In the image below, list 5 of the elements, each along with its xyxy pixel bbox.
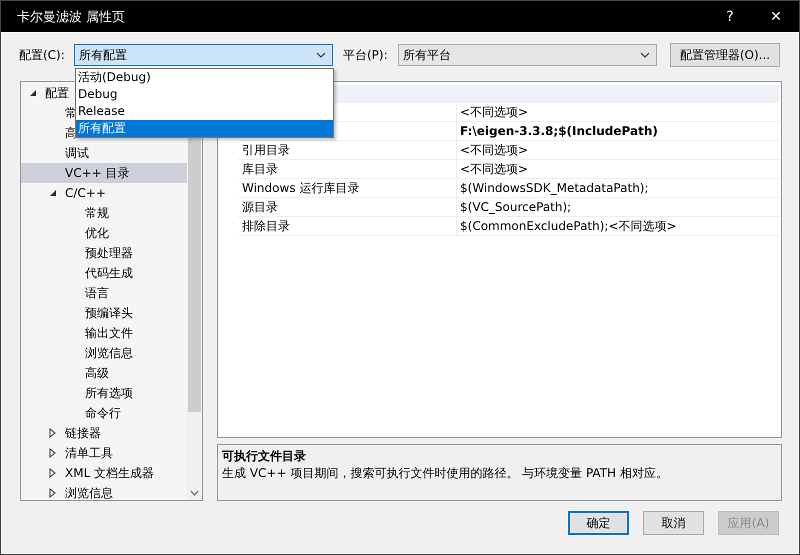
description-title: 可执行文件目录 [222, 448, 307, 465]
window-title: 卡尔曼滤波 属性页 [17, 8, 126, 26]
description-text: 生成 VC++ 项目期间，搜索可执行文件时使用的路径。 与环境变量 PATH 相对应。 [222, 465, 669, 482]
platform-label: 平台(P): [343, 46, 389, 64]
config-label: 配置(C): [19, 46, 66, 64]
